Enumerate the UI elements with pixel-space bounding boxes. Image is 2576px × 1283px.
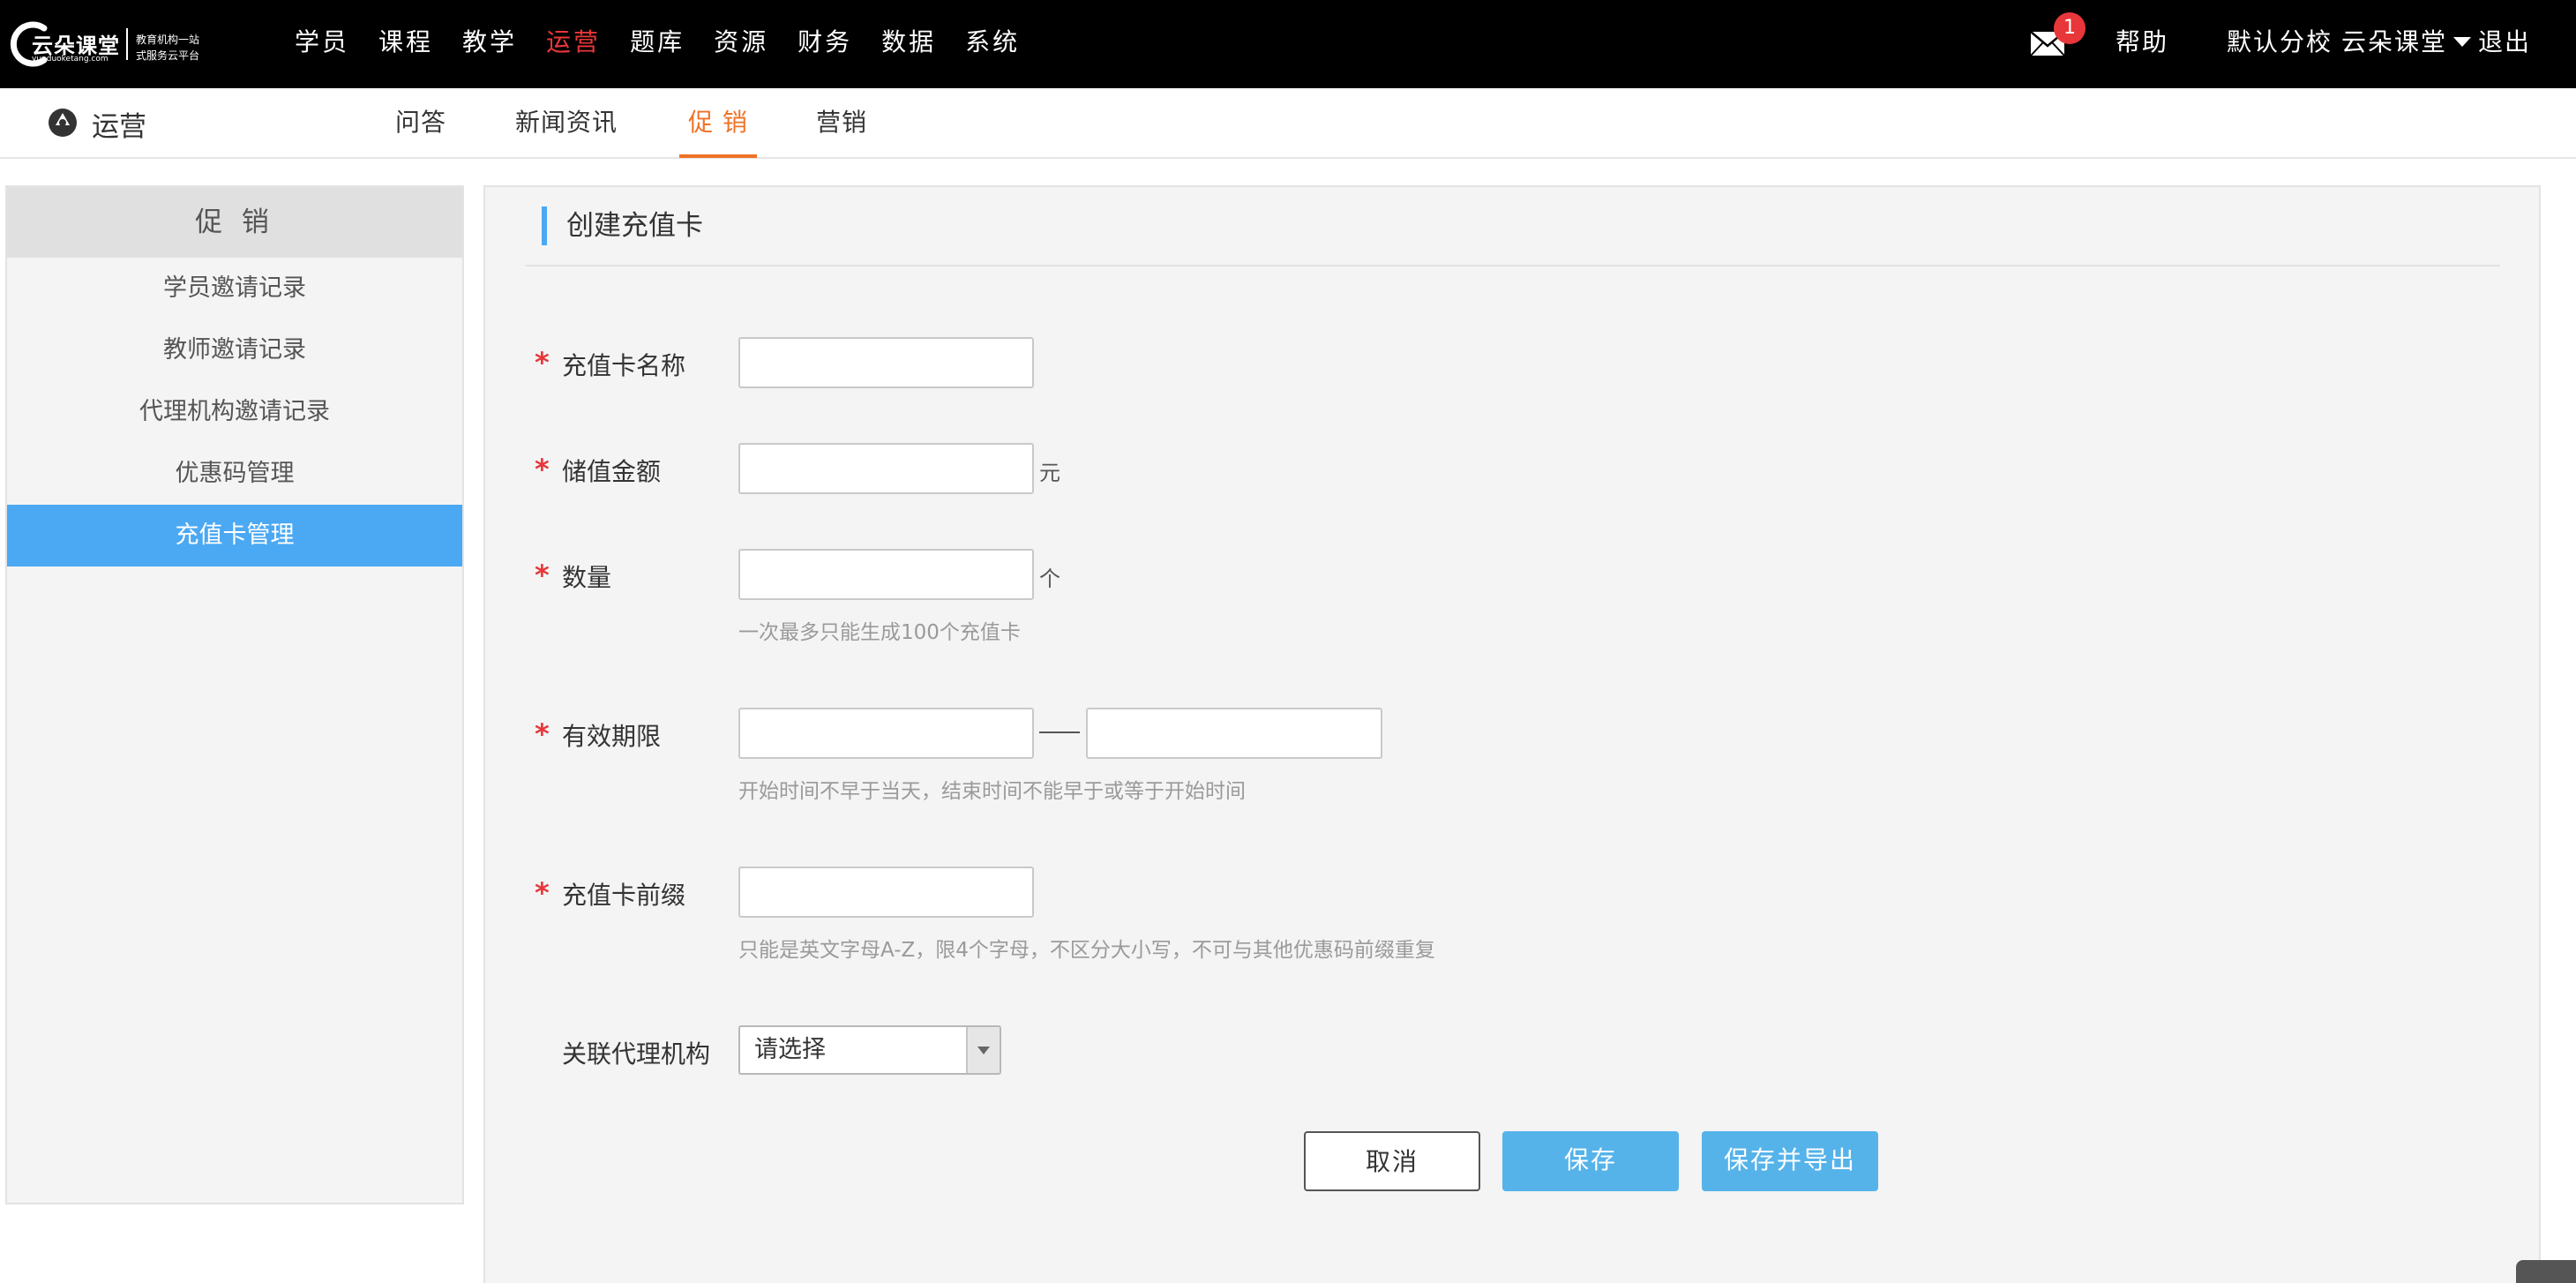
nav-item-question-bank[interactable]: 题库 (630, 0, 685, 88)
required-mark: * (535, 717, 550, 751)
validity-end-input[interactable] (1086, 708, 1382, 759)
main-nav: 学员 课程 教学 运营 题库 资源 财务 数据 系统 (295, 0, 1049, 88)
logo-domain: yunduoketang.com (32, 55, 109, 64)
triangle-down-icon (977, 1047, 990, 1054)
logo-tagline-1: 教育机构一站 (136, 34, 200, 46)
amount-unit: 元 (1039, 461, 1060, 485)
quantity-unit: 个 (1039, 566, 1060, 591)
nav-item-students[interactable]: 学员 (295, 0, 349, 88)
save-and-export-button[interactable]: 保存并导出 (1702, 1131, 1878, 1191)
nav-item-system[interactable]: 系统 (965, 0, 1020, 88)
logo-divider (126, 28, 128, 60)
required-mark: * (535, 559, 550, 592)
sidebar-item-agency-invites[interactable]: 代理机构邀请记录 (7, 381, 462, 443)
top-navigation-bar: 云朵课堂 yunduoketang.com 教育机构一站 式服务云平台 学员 课… (0, 0, 2576, 88)
amount-input[interactable] (738, 443, 1034, 494)
prefix-input[interactable] (738, 867, 1034, 918)
notification-badge[interactable]: 1 (2054, 12, 2086, 44)
title-divider (526, 265, 2500, 266)
save-button[interactable]: 保存 (1502, 1131, 1679, 1191)
active-tab-indicator (679, 154, 757, 158)
validity-label: 有效期限 (562, 722, 662, 751)
nav-item-courses[interactable]: 课程 (378, 0, 433, 88)
cancel-button[interactable]: 取消 (1304, 1131, 1480, 1191)
user-menu[interactable]: 云朵课堂 (2341, 0, 2447, 88)
required-mark: * (535, 876, 550, 910)
date-range-separator (1039, 732, 1080, 733)
prefix-hint: 只能是英文字母A-Z，限4个字母，不区分大小写，不可与其他优惠码前缀重复 (738, 939, 1435, 962)
help-link[interactable]: 帮助 (2115, 0, 2168, 88)
required-mark: * (535, 346, 550, 379)
page-title: 创建充值卡 (566, 210, 703, 242)
tab-marketing[interactable]: 营销 (816, 88, 867, 157)
agency-label: 关联代理机构 (562, 1039, 711, 1069)
nav-item-operations[interactable]: 运营 (546, 0, 601, 88)
sidebar-item-student-invites[interactable]: 学员邀请记录 (7, 258, 462, 319)
sidebar-title: 促 销 (7, 187, 462, 258)
operations-icon (49, 109, 77, 137)
caret-down-icon[interactable] (2453, 37, 2471, 47)
nav-item-resources[interactable]: 资源 (714, 0, 768, 88)
validity-hint: 开始时间不早于当天，结束时间不能早于或等于开始时间 (738, 780, 1246, 803)
tab-news[interactable]: 新闻资讯 (515, 88, 618, 157)
nav-item-teaching[interactable]: 教学 (462, 0, 517, 88)
agency-select[interactable]: 请选择 (738, 1025, 1001, 1075)
logo[interactable]: 云朵课堂 yunduoketang.com 教育机构一站 式服务云平台 (5, 16, 199, 69)
sub-header: 运营 问答 新闻资讯 促 销 营销 (0, 88, 2576, 159)
school-selector[interactable]: 默认分校 (2227, 0, 2333, 88)
sidebar-item-recharge-cards[interactable]: 充值卡管理 (7, 505, 462, 566)
tab-qa[interactable]: 问答 (395, 88, 446, 157)
card-name-label: 充值卡名称 (562, 351, 686, 380)
tab-promotion[interactable]: 促 销 (688, 88, 748, 157)
sidebar-item-teacher-invites[interactable]: 教师邀请记录 (7, 319, 462, 381)
quantity-label: 数量 (562, 563, 612, 592)
quantity-hint: 一次最多只能生成100个充值卡 (738, 621, 1021, 644)
logo-tagline-2: 式服务云平台 (136, 49, 200, 62)
validity-start-input[interactable] (738, 708, 1034, 759)
sidebar: 促 销 学员邀请记录 教师邀请记录 代理机构邀请记录 优惠码管理 充值卡管理 (5, 185, 464, 1204)
agency-select-value: 请选择 (754, 1036, 826, 1063)
logout-link[interactable]: 退出 (2478, 0, 2531, 88)
nav-item-finance[interactable]: 财务 (798, 0, 852, 88)
card-name-input[interactable] (738, 337, 1034, 388)
nav-item-data[interactable]: 数据 (881, 0, 936, 88)
quantity-input[interactable] (738, 549, 1034, 600)
sidebar-item-coupon-codes[interactable]: 优惠码管理 (7, 443, 462, 505)
section-title: 运营 (92, 111, 146, 143)
prefix-label: 充值卡前缀 (562, 881, 686, 910)
required-mark: * (535, 453, 550, 486)
title-accent-bar (542, 206, 547, 245)
floating-widget[interactable] (2516, 1260, 2576, 1283)
amount-label: 储值金额 (562, 457, 662, 486)
select-toggle[interactable] (966, 1027, 1000, 1073)
